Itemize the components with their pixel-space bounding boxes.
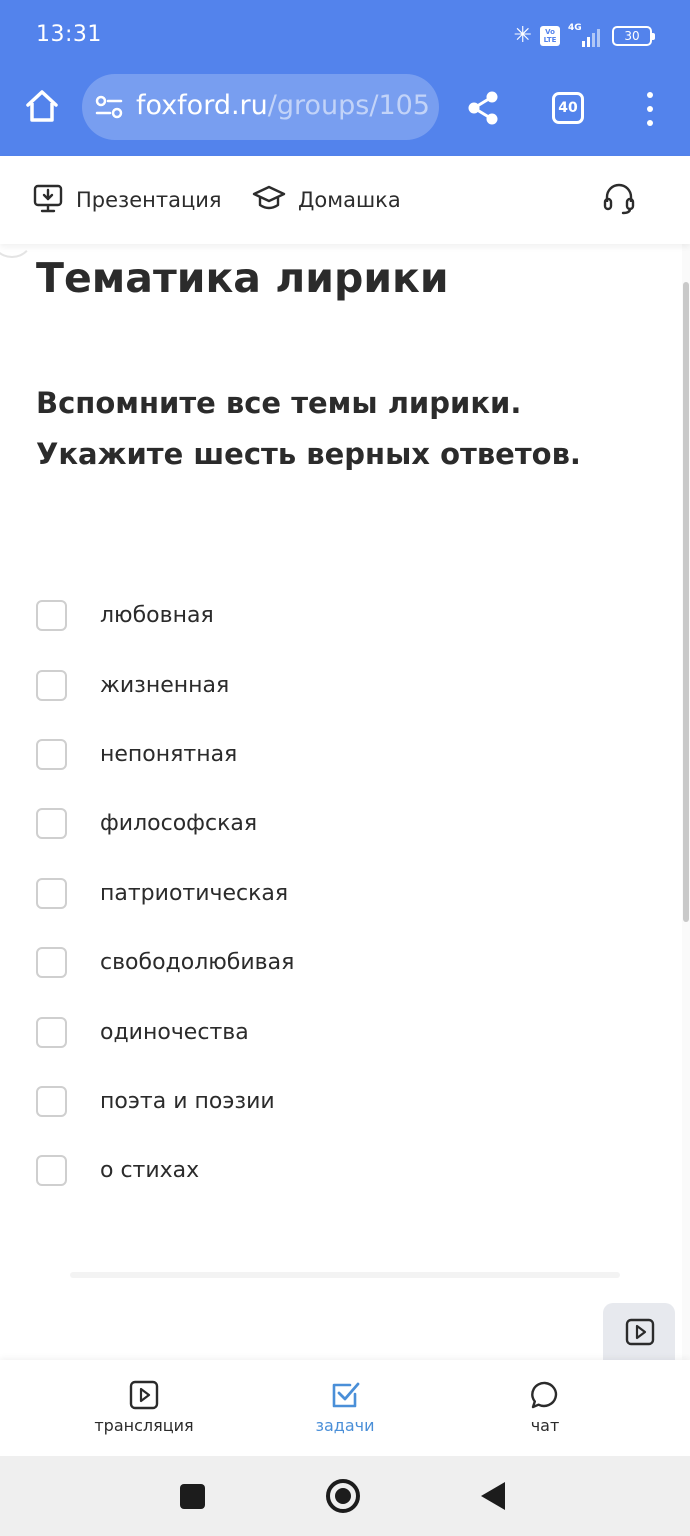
option-checkbox[interactable]	[36, 669, 67, 701]
tab-broadcast[interactable]: трансляция	[74, 1380, 214, 1435]
option-label: поэта и поэзии	[100, 1088, 275, 1114]
video-toggle-button[interactable]	[603, 1303, 675, 1360]
answer-option[interactable]: свободолюбивая	[36, 928, 636, 997]
option-label: непонятная	[100, 741, 238, 767]
tab-chat[interactable]: чат	[475, 1380, 615, 1435]
overflow-menu-icon[interactable]	[640, 92, 660, 126]
answer-option[interactable]: жизненная	[36, 650, 636, 719]
url-domain: foxford.ru	[136, 90, 268, 121]
option-label: философская	[100, 811, 258, 837]
bluetooth-icon: ✳	[513, 23, 532, 48]
answer-options: любовная жизненная непонятная философска…	[36, 581, 636, 1206]
option-checkbox[interactable]	[36, 1016, 67, 1048]
tab-broadcast-label: трансляция	[94, 1416, 194, 1435]
option-checkbox[interactable]	[36, 1085, 67, 1117]
lesson-nav-bar: Презентация Домашка	[0, 156, 690, 244]
address-bar[interactable]: foxford.ru/groups/105	[82, 74, 439, 140]
answer-option[interactable]: непонятная	[36, 720, 636, 789]
phone-screen: 13:31 ✳ Vo LTE 4G 30 foxford.ru/groups/1…	[0, 0, 690, 1536]
answer-option[interactable]: философская	[36, 789, 636, 858]
status-icons: ✳ Vo LTE 4G 30	[513, 22, 655, 50]
url-path: /groups/105	[267, 90, 430, 121]
play-video-icon	[625, 1318, 655, 1350]
answer-option[interactable]: поэта и поэзии	[36, 1067, 636, 1136]
tab-switcher-button[interactable]: 40	[552, 92, 584, 124]
option-label: свободолюбивая	[100, 950, 295, 976]
status-bar: 13:31 ✳ Vo LTE 4G 30	[0, 0, 690, 70]
option-label: жизненная	[100, 672, 230, 698]
option-checkbox[interactable]	[36, 808, 67, 840]
scrollbar-thumb[interactable]	[683, 282, 689, 922]
tab-tasks-label: задачи	[315, 1416, 375, 1435]
volte-icon: Vo LTE	[540, 26, 560, 46]
question-text: Вспомните все темы лирики. Укажите шесть…	[36, 386, 581, 471]
home-button[interactable]	[326, 1479, 360, 1513]
graduation-cap-icon	[252, 182, 286, 218]
url-text: foxford.ru/groups/105	[136, 90, 430, 121]
share-icon[interactable]	[466, 90, 500, 126]
site-settings-icon[interactable]	[94, 94, 124, 120]
system-navigation-bar	[0, 1456, 690, 1536]
option-checkbox[interactable]	[36, 877, 67, 909]
network-type: 4G	[568, 23, 582, 33]
content-divider	[70, 1272, 620, 1278]
back-button[interactable]	[481, 1482, 505, 1510]
scrollbar[interactable]	[682, 244, 690, 1360]
lesson-title: Тематика лирики	[36, 254, 449, 302]
answer-option[interactable]: одиночества	[36, 997, 636, 1066]
option-label: одиночества	[100, 1019, 249, 1045]
option-label: патриотическая	[100, 880, 289, 906]
presentation-label: Презентация	[76, 188, 222, 212]
status-time: 13:31	[36, 22, 102, 47]
battery-icon: 30	[612, 26, 655, 46]
task-content: Тематика лирики Вспомните все темы лирик…	[0, 244, 690, 1360]
answer-option[interactable]: патриотическая	[36, 859, 636, 928]
option-label: о стихах	[100, 1158, 200, 1184]
decorative-arc	[0, 244, 34, 258]
tab-chat-label: чат	[530, 1416, 560, 1435]
checkbox-checked-icon	[330, 1380, 360, 1410]
signal-icon: 4G	[568, 23, 604, 47]
option-label: любовная	[100, 603, 214, 629]
headset-icon[interactable]	[602, 182, 636, 216]
bottom-tab-bar: трансляция задачи чат	[0, 1360, 690, 1456]
answer-option[interactable]: любовная	[36, 581, 636, 650]
browser-toolbar: foxford.ru/groups/105 40	[0, 70, 690, 156]
home-icon[interactable]	[22, 86, 62, 126]
option-checkbox[interactable]	[36, 600, 67, 632]
play-icon	[129, 1380, 159, 1410]
download-monitor-icon	[32, 182, 64, 218]
option-checkbox[interactable]	[36, 947, 67, 979]
chat-bubble-icon	[530, 1380, 560, 1410]
option-checkbox[interactable]	[36, 1155, 67, 1187]
option-checkbox[interactable]	[36, 738, 67, 770]
answer-option[interactable]: о стихах	[36, 1136, 636, 1205]
homework-label: Домашка	[298, 188, 401, 212]
browser-chrome: 13:31 ✳ Vo LTE 4G 30 foxford.ru/groups/1…	[0, 0, 690, 156]
homework-link[interactable]: Домашка	[252, 182, 401, 218]
presentation-link[interactable]: Презентация	[32, 182, 222, 218]
recent-apps-button[interactable]	[180, 1484, 205, 1509]
tab-tasks[interactable]: задачи	[275, 1380, 415, 1435]
